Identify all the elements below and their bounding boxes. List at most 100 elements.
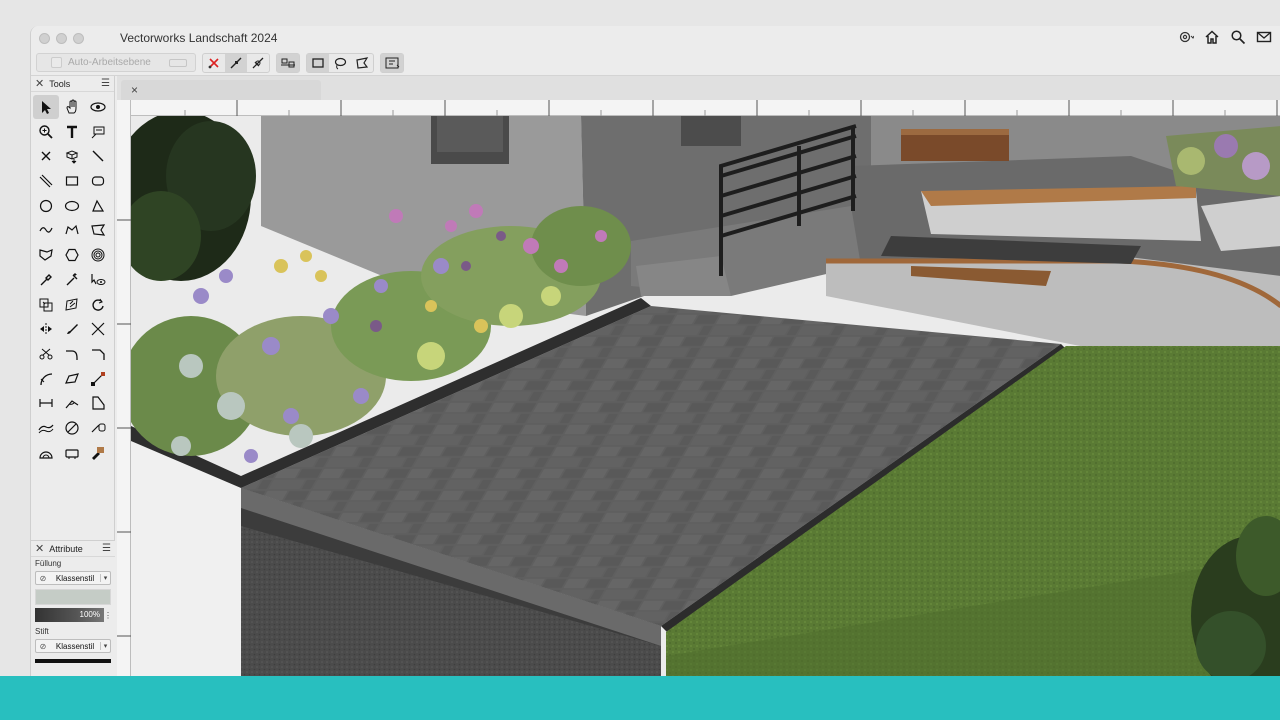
no-snap-icon[interactable] — [203, 54, 225, 72]
flyover-icon[interactable] — [85, 95, 111, 119]
document-area: × — [117, 76, 1280, 676]
rectangle-select-icon[interactable] — [307, 53, 329, 72]
chevron-down-icon: ▾ — [100, 574, 110, 582]
title-bar: Vectorworks Landschaft 2024 — [31, 26, 1280, 50]
gear-icon[interactable] — [1178, 29, 1194, 45]
diameter-icon[interactable] — [59, 416, 85, 440]
angle-icon[interactable] — [59, 391, 85, 415]
oval-icon[interactable] — [59, 194, 85, 218]
visibility-icon[interactable] — [85, 268, 111, 292]
pen-style-dropdown[interactable]: ⊘ Klassenstil ▾ — [35, 639, 111, 653]
snap-diagonal-icon[interactable] — [247, 54, 269, 72]
pan-icon[interactable] — [59, 95, 85, 119]
dimension-icon[interactable] — [33, 391, 59, 415]
zoom-window-button[interactable] — [73, 32, 84, 44]
text-icon[interactable] — [59, 120, 85, 144]
tools-palette-header: ✕ Tools ☰ — [31, 76, 114, 92]
3d-polygon-icon[interactable] — [33, 243, 59, 267]
protractor-icon[interactable] — [33, 441, 59, 465]
class-style-icon: ⊘ — [39, 641, 47, 651]
align-group — [276, 52, 300, 73]
fillet-icon[interactable] — [59, 342, 85, 366]
align-icon[interactable] — [277, 53, 299, 72]
eyedropper-icon[interactable] — [33, 268, 59, 292]
trim-icon[interactable] — [85, 317, 111, 341]
double-line-icon[interactable] — [33, 169, 59, 193]
minimize-window-button[interactable] — [56, 32, 67, 44]
pen-color-swatch[interactable] — [35, 659, 111, 663]
polygon-select-icon[interactable] — [351, 54, 373, 72]
rotate-icon[interactable] — [85, 293, 111, 317]
class-style-icon: ⊘ — [39, 573, 47, 583]
shape-icon[interactable] — [59, 367, 85, 391]
auto-workplane-checkbox[interactable] — [51, 57, 62, 68]
view-toolbar: Auto-Arbeitsebene — [31, 50, 1280, 76]
mail-icon[interactable] — [1256, 29, 1272, 45]
fill-opacity-control[interactable]: 100% ⋮ — [35, 608, 112, 622]
line-icon[interactable] — [85, 144, 111, 168]
garden-render — [131, 116, 1280, 676]
horizontal-ruler[interactable] — [131, 100, 1280, 116]
arc-icon[interactable] — [33, 367, 59, 391]
fill-color-swatch[interactable] — [35, 589, 111, 605]
rectangle-icon[interactable] — [59, 169, 85, 193]
chamfer-icon[interactable] — [85, 342, 111, 366]
stake-icon[interactable] — [59, 144, 85, 168]
polygon-icon[interactable] — [85, 218, 111, 242]
brush-icon[interactable] — [59, 317, 85, 341]
window-controls — [39, 32, 84, 44]
rounded-rectangle-icon[interactable] — [85, 169, 111, 193]
auto-workplane-label: Auto-Arbeitsebene — [68, 57, 151, 68]
desktop-background — [0, 0, 1280, 26]
pen-style-value: Klassenstil — [55, 641, 95, 651]
app-window: Vectorworks Landschaft 2024 Auto-Arbeits… — [30, 26, 1280, 676]
polyline-icon[interactable] — [59, 218, 85, 242]
callout-icon[interactable] — [85, 120, 111, 144]
attributes-palette-title: Attribute — [49, 543, 83, 554]
vertical-ruler[interactable] — [117, 100, 131, 676]
fill-style-value: Klassenstil — [55, 573, 95, 583]
circle-icon[interactable] — [33, 194, 59, 218]
title-bar-icons — [1178, 29, 1272, 45]
spiral-icon[interactable] — [85, 243, 111, 267]
home-icon[interactable] — [1204, 29, 1220, 45]
mirror-icon[interactable] — [59, 293, 85, 317]
more-icon[interactable]: ⋮ — [104, 611, 112, 620]
selection-icon[interactable] — [33, 95, 59, 119]
freehand-icon[interactable] — [33, 218, 59, 242]
menu-icon[interactable]: ☰ — [102, 543, 111, 554]
triangle-icon[interactable] — [85, 194, 111, 218]
tape-icon[interactable] — [59, 441, 85, 465]
tools-palette-title: Tools — [49, 78, 71, 89]
fill-label: Füllung — [35, 559, 62, 568]
snap-group — [202, 52, 270, 73]
attribute-mapping-icon[interactable] — [59, 268, 85, 292]
split-icon[interactable] — [33, 317, 59, 341]
close-icon[interactable]: ✕ — [35, 77, 44, 90]
connect-icon[interactable] — [85, 367, 111, 391]
locus-icon[interactable] — [33, 144, 59, 168]
search-icon[interactable] — [1230, 29, 1246, 45]
fill-style-dropdown[interactable]: ⊘ Klassenstil ▾ — [35, 571, 111, 585]
pen-label: Stift — [35, 627, 49, 636]
area-icon[interactable] — [85, 391, 111, 415]
zoom-icon[interactable] — [33, 120, 59, 144]
fill-opacity-value: 100% — [35, 608, 104, 622]
wave-icon[interactable] — [33, 416, 59, 440]
measure-icon[interactable] — [85, 416, 111, 440]
layout-icon[interactable] — [381, 53, 403, 72]
lasso-select-icon[interactable] — [329, 54, 351, 72]
tools-grid — [31, 92, 114, 465]
close-window-button[interactable] — [39, 32, 50, 44]
snap-line-icon[interactable] — [225, 53, 247, 72]
close-tab-icon[interactable]: × — [131, 83, 138, 97]
hexagon-icon[interactable] — [59, 243, 85, 267]
scissors-icon[interactable] — [33, 342, 59, 366]
auto-workplane-toggle[interactable]: Auto-Arbeitsebene — [36, 53, 196, 72]
menu-icon[interactable]: ☰ — [101, 78, 110, 89]
drawing-canvas[interactable] — [131, 116, 1280, 676]
close-icon[interactable]: ✕ — [35, 542, 44, 555]
document-tab[interactable]: × — [121, 80, 321, 100]
offset-icon[interactable] — [33, 293, 59, 317]
paint-icon[interactable] — [85, 441, 111, 465]
